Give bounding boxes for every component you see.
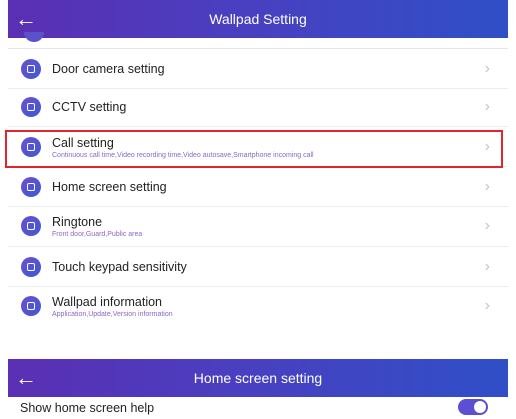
item-subtitle: Application,Update,Version information xyxy=(52,310,173,318)
chevron-right-icon: › xyxy=(484,258,490,275)
header-bar: ← Home screen setting xyxy=(8,359,508,397)
divider xyxy=(8,48,508,49)
divider xyxy=(8,166,508,167)
chevron-right-icon: › xyxy=(484,138,490,155)
touch-icon xyxy=(21,257,41,277)
item-label: Home screen setting xyxy=(52,180,167,194)
phone-icon xyxy=(21,137,41,157)
door-camera-icon xyxy=(21,59,41,79)
header-bar: ← Wallpad Setting xyxy=(8,0,508,38)
toggle-knob xyxy=(474,401,486,413)
list-item-home-screen[interactable]: Home screen setting › xyxy=(8,169,508,205)
list-item-ringtone[interactable]: Ringtone Front door,Guard,Public area › xyxy=(8,208,508,244)
info-icon xyxy=(21,296,41,316)
chevron-right-icon: › xyxy=(484,297,490,314)
list-item-cctv[interactable]: CCTV setting › xyxy=(8,89,508,125)
list-item-call[interactable]: Call setting Continuous call time,Video … xyxy=(8,129,508,165)
item-label: Ringtone xyxy=(52,214,103,229)
chevron-right-icon: › xyxy=(484,178,490,195)
item-subtitle: Front door,Guard,Public area xyxy=(52,230,143,238)
scrolled-icon-edge xyxy=(24,32,44,42)
item-label: Wallpad information xyxy=(52,294,163,309)
home-screen-icon xyxy=(21,177,41,197)
item-label: Call setting xyxy=(52,135,114,150)
divider xyxy=(8,246,508,247)
item-subtitle: Continuous call time,Video recording tim… xyxy=(52,151,314,159)
page-title: Wallpad Setting xyxy=(209,11,307,27)
list-item-door-camera[interactable]: Door camera setting › xyxy=(8,51,508,87)
setting-label: Show home screen help xyxy=(20,401,155,415)
help-toggle[interactable] xyxy=(458,399,488,415)
back-arrow-icon[interactable]: ← xyxy=(8,367,44,389)
divider xyxy=(8,286,508,287)
back-arrow-icon[interactable]: ← xyxy=(8,8,44,30)
cctv-icon xyxy=(21,97,41,117)
setting-row-home-help: Show home screen help xyxy=(8,397,508,419)
ringtone-icon xyxy=(21,216,41,236)
chevron-right-icon: › xyxy=(484,60,490,77)
settings-list: Door camera setting › CCTV setting › Cal… xyxy=(8,32,508,328)
chevron-right-icon: › xyxy=(484,217,490,234)
item-label: Door camera setting xyxy=(52,62,165,76)
list-item-touch-keypad[interactable]: Touch keypad sensitivity › xyxy=(8,249,508,285)
chevron-right-icon: › xyxy=(484,98,490,115)
divider xyxy=(8,126,508,127)
page-title: Home screen setting xyxy=(193,370,323,386)
list-item-wallpad-info[interactable]: Wallpad information Application,Update,V… xyxy=(8,288,508,324)
item-label: Touch keypad sensitivity xyxy=(52,260,187,274)
divider xyxy=(8,206,508,207)
item-label: CCTV setting xyxy=(52,100,127,114)
